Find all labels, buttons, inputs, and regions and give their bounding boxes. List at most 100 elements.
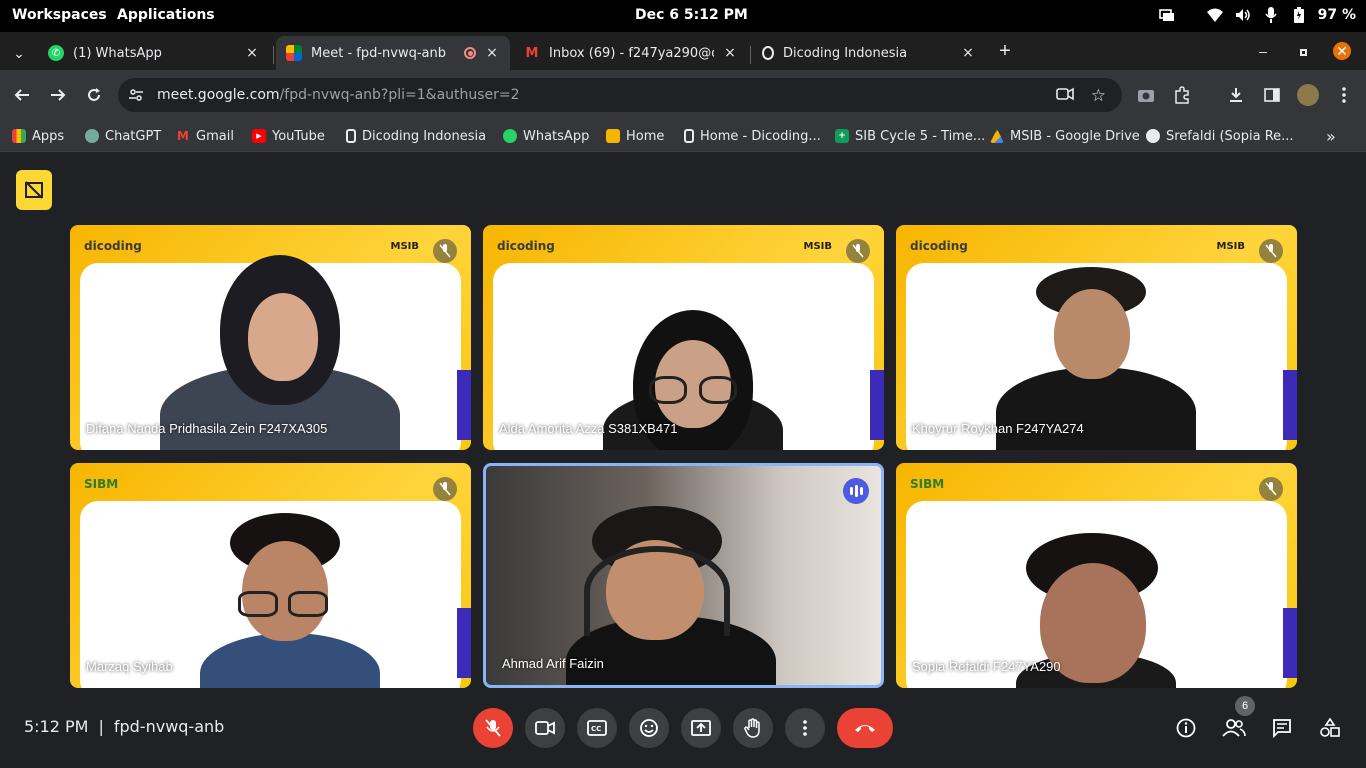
bookmark-label: SIB Cycle 5 - Time... [855,128,986,144]
meeting-details-button[interactable] [1171,713,1201,743]
tile-program-logo: MSIB [390,241,420,252]
people-button[interactable] [1219,713,1249,743]
participant-name: Sopia Refaldi F247YA290 [912,659,1061,674]
whatsapp-icon: ✆ [48,45,64,61]
tab-close-icon[interactable]: × [484,45,500,61]
hand-icon [744,718,760,738]
hide-self-view-button[interactable] [16,170,52,210]
tab-title: Inbox (69) - f247ya290@dico [549,45,714,61]
microphone-toggle-button[interactable] [473,708,513,748]
leave-call-button[interactable] [837,708,893,748]
close-window-button[interactable]: ✕ [1333,42,1351,60]
raise-hand-button[interactable] [733,708,773,748]
bookmark-label: YouTube [272,128,325,144]
tab-title: Meet - fpd-nvwq-anb [311,45,447,61]
bookmark-label: MSIB - Google Drive [1010,128,1140,144]
camera-toggle-button[interactable] [525,708,565,748]
new-tab-button[interactable]: + [996,41,1014,61]
participant-name: Khoyrur Roykhan F247YA274 [912,421,1084,436]
bookmark-label: ChatGPT [105,128,162,144]
more-options-button[interactable] [785,708,825,748]
bookmark-chatgpt[interactable]: ChatGPT [85,124,161,148]
speaking-indicator-icon [843,478,869,504]
screen-icon [1158,6,1176,24]
participant-tile[interactable]: dicoding MSIB Alda Amorita Azza S381XB47… [483,225,884,450]
tab-close-icon[interactable]: × [244,45,260,61]
participant-tile[interactable]: SIBM Sopia Refaldi F247YA290 [896,463,1297,688]
bookmark-star-icon[interactable]: ☆ [1091,86,1106,106]
maximize-button[interactable] [1294,42,1312,60]
bookmarks-bar: Apps ChatGPT M Gmail ▶ YouTube Dicoding In… [0,120,1366,152]
minimize-button[interactable]: – [1254,42,1272,60]
extensions-icon[interactable] [1171,84,1193,106]
tab-meet[interactable]: Meet - fpd-nvwq-anb × [276,36,510,70]
back-icon[interactable] [11,84,33,106]
participant-tile[interactable]: SIBM Marzaq Syihab [70,463,471,688]
info-icon [1176,718,1196,738]
url-path: /fpd-nvwq-anb?pli=1&authuser=2 [279,87,520,103]
tile-program-logo: MSIB [1216,241,1246,252]
bookmark-dicoding[interactable]: Dicoding Indonesia [346,124,486,148]
layout-off-icon [25,181,43,199]
activities-button[interactable] [1315,713,1345,743]
bookmark-gmail[interactable]: M Gmail [176,124,234,148]
tab-search-chevron-icon[interactable]: ⌄ [10,44,28,62]
address-bar[interactable]: meet.google.com/fpd-nvwq-anb?pli=1&authu… [118,78,1122,112]
participant-tile-active-speaker[interactable]: Ahmad Arif Faizin [483,463,884,688]
tile-program-logo: SIBM [84,477,119,491]
reload-icon[interactable] [83,84,105,106]
muted-mic-icon [1259,239,1283,263]
site-settings-icon[interactable] [128,87,144,108]
profile-avatar[interactable] [1297,84,1319,106]
muted-mic-icon [1259,477,1283,501]
tab-dicoding[interactable]: Dicoding Indonesia × [752,36,986,70]
meet-stage: dicoding MSIB Difana Nanda Pridhasila Ze… [0,153,1366,768]
bookmark-home-dicoding[interactable]: Home - Dicoding... [684,124,821,148]
system-tray[interactable]: 97 % [1158,6,1356,24]
muted-mic-icon [846,239,870,263]
bookmark-whatsapp[interactable]: WhatsApp [503,124,589,148]
participant-tile[interactable]: dicoding MSIB Difana Nanda Pridhasila Ze… [70,225,471,450]
tab-close-icon[interactable]: × [960,45,976,61]
bookmark-label: Apps [32,128,65,144]
present-screen-button[interactable] [681,708,721,748]
forward-icon[interactable] [47,84,69,106]
applications-menu[interactable]: Applications [117,7,215,23]
bookmark-home[interactable]: Home [606,124,664,148]
bookmark-apps[interactable]: Apps [12,124,64,148]
tab-close-icon[interactable]: × [722,45,738,61]
participant-tile[interactable]: dicoding MSIB Khoyrur Roykhan F247YA274 [896,225,1297,450]
muted-mic-icon [433,239,457,263]
system-clock[interactable]: Dec 6 5:12 PM [635,7,748,23]
side-panel-icon[interactable] [1261,84,1283,106]
more-vert-icon [803,720,807,736]
system-top-bar: Workspaces Applications Dec 6 5:12 PM 97… [0,0,1366,32]
tab-gmail[interactable]: M Inbox (69) - f247ya290@dico × [514,36,748,70]
captions-button[interactable]: CC [577,708,617,748]
screenshot-icon[interactable] [1135,84,1157,106]
bookmark-sib-cycle[interactable]: + SIB Cycle 5 - Time... [835,124,985,148]
bookmark-label: Srefaldi (Sopia Re... [1166,128,1294,144]
bookmark-msib-drive[interactable]: MSIB - Google Drive [990,124,1140,148]
reactions-button[interactable] [629,708,669,748]
tab-whatsapp[interactable]: ✆ (1) WhatsApp × [38,36,270,70]
workspaces-menu[interactable]: Workspaces [12,7,107,23]
tile-brand-logo: dicoding [84,239,142,253]
chat-button[interactable] [1267,713,1297,743]
download-icon[interactable] [1225,84,1247,106]
slides-icon [606,129,620,143]
separator: | [98,717,104,736]
bookmarks-overflow-button[interactable]: » [1326,124,1336,148]
bookmark-srefaldi[interactable]: Srefaldi (Sopia Re... [1146,124,1294,148]
sheets-icon: + [835,129,849,143]
volume-icon [1234,6,1252,24]
github-icon [1146,129,1160,143]
bookmark-youtube[interactable]: ▶ YouTube [252,124,325,148]
people-icon [1222,719,1246,737]
gmail-icon: M [177,129,189,143]
meeting-code: fpd-nvwq-anb [113,717,225,736]
more-menu-icon[interactable] [1333,84,1355,106]
recording-icon [464,47,476,59]
camera-in-use-icon[interactable] [1056,87,1074,106]
muted-mic-icon [433,477,457,501]
